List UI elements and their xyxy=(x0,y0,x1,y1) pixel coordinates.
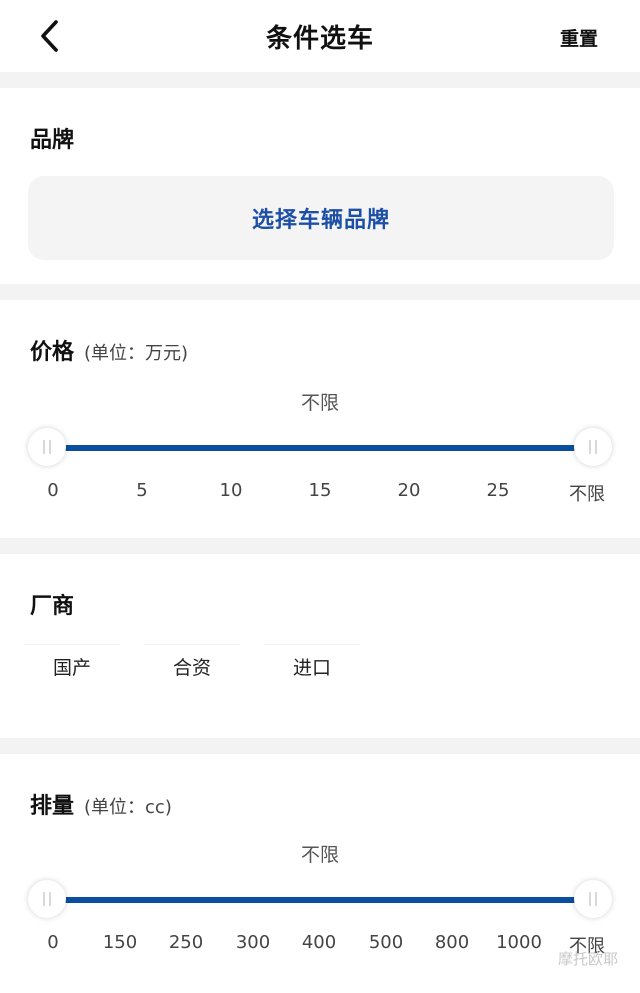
maker-title: 厂商 xyxy=(30,594,75,619)
displacement-tick: 150 xyxy=(102,932,138,953)
maker-section: 厂商 国产 合资 进口 xyxy=(0,554,640,738)
price-tick: 15 xyxy=(308,480,332,501)
displacement-slider[interactable] xyxy=(28,878,612,922)
displacement-tick: 250 xyxy=(168,932,204,953)
price-tick: 20 xyxy=(397,480,421,501)
displacement-tick: 300 xyxy=(235,932,271,953)
brand-section: 品牌 选择车辆品牌 xyxy=(0,88,640,284)
displacement-tick: 800 xyxy=(434,932,470,953)
displacement-section: 排量 (单位：cc) 不限 0 150 250 300 400 500 800 1… xyxy=(0,754,640,993)
displacement-title-row: 排量 (单位：cc) xyxy=(30,788,172,820)
price-title: 价格 xyxy=(30,340,75,365)
brand-title: 品牌 xyxy=(30,128,75,153)
price-section: 价格 (单位：万元) 不限 0 5 10 15 20 25 不限 xyxy=(0,300,640,538)
displacement-tick: 400 xyxy=(301,932,337,953)
price-tick: 10 xyxy=(219,480,243,501)
displacement-tick-labels: 0 150 250 300 400 500 800 1000 不限 xyxy=(0,932,640,957)
price-unit: (单位：万元) xyxy=(84,343,189,364)
reset-button[interactable]: 重置 xyxy=(560,24,598,51)
price-slider-max-handle[interactable] xyxy=(574,428,612,466)
maker-option-joint-venture[interactable]: 合资 xyxy=(144,644,240,688)
displacement-title: 排量 xyxy=(30,794,75,819)
price-tick-labels: 0 5 10 15 20 25 不限 xyxy=(0,480,640,505)
price-slider-min-handle[interactable] xyxy=(28,428,66,466)
price-tick: 0 xyxy=(47,480,59,501)
price-title-row: 价格 (单位：万元) xyxy=(30,334,188,366)
maker-option-imported[interactable]: 进口 xyxy=(264,644,360,688)
displacement-tick: 1000 xyxy=(496,932,542,953)
price-slider-track[interactable] xyxy=(50,445,590,451)
price-slider[interactable] xyxy=(28,426,612,470)
displacement-range-value: 不限 xyxy=(300,844,339,866)
watermark-text: 摩托欧耶 xyxy=(557,950,618,968)
price-tick: 不限 xyxy=(569,484,605,505)
price-tick: 5 xyxy=(136,480,148,501)
price-range-value: 不限 xyxy=(300,392,339,414)
displacement-slider-track[interactable] xyxy=(50,897,590,903)
page-title: 条件选车 xyxy=(265,24,374,54)
price-tick: 25 xyxy=(486,480,510,501)
displacement-tick: 0 xyxy=(47,932,59,953)
displacement-slider-max-handle[interactable] xyxy=(574,880,612,918)
displacement-slider-min-handle[interactable] xyxy=(28,880,66,918)
nav-bar: 条件选车 重置 xyxy=(0,0,640,72)
select-brand-button[interactable]: 选择车辆品牌 xyxy=(28,176,614,260)
displacement-tick: 500 xyxy=(368,932,404,953)
displacement-unit: (单位：cc) xyxy=(84,797,172,818)
maker-option-domestic[interactable]: 国产 xyxy=(24,644,120,688)
